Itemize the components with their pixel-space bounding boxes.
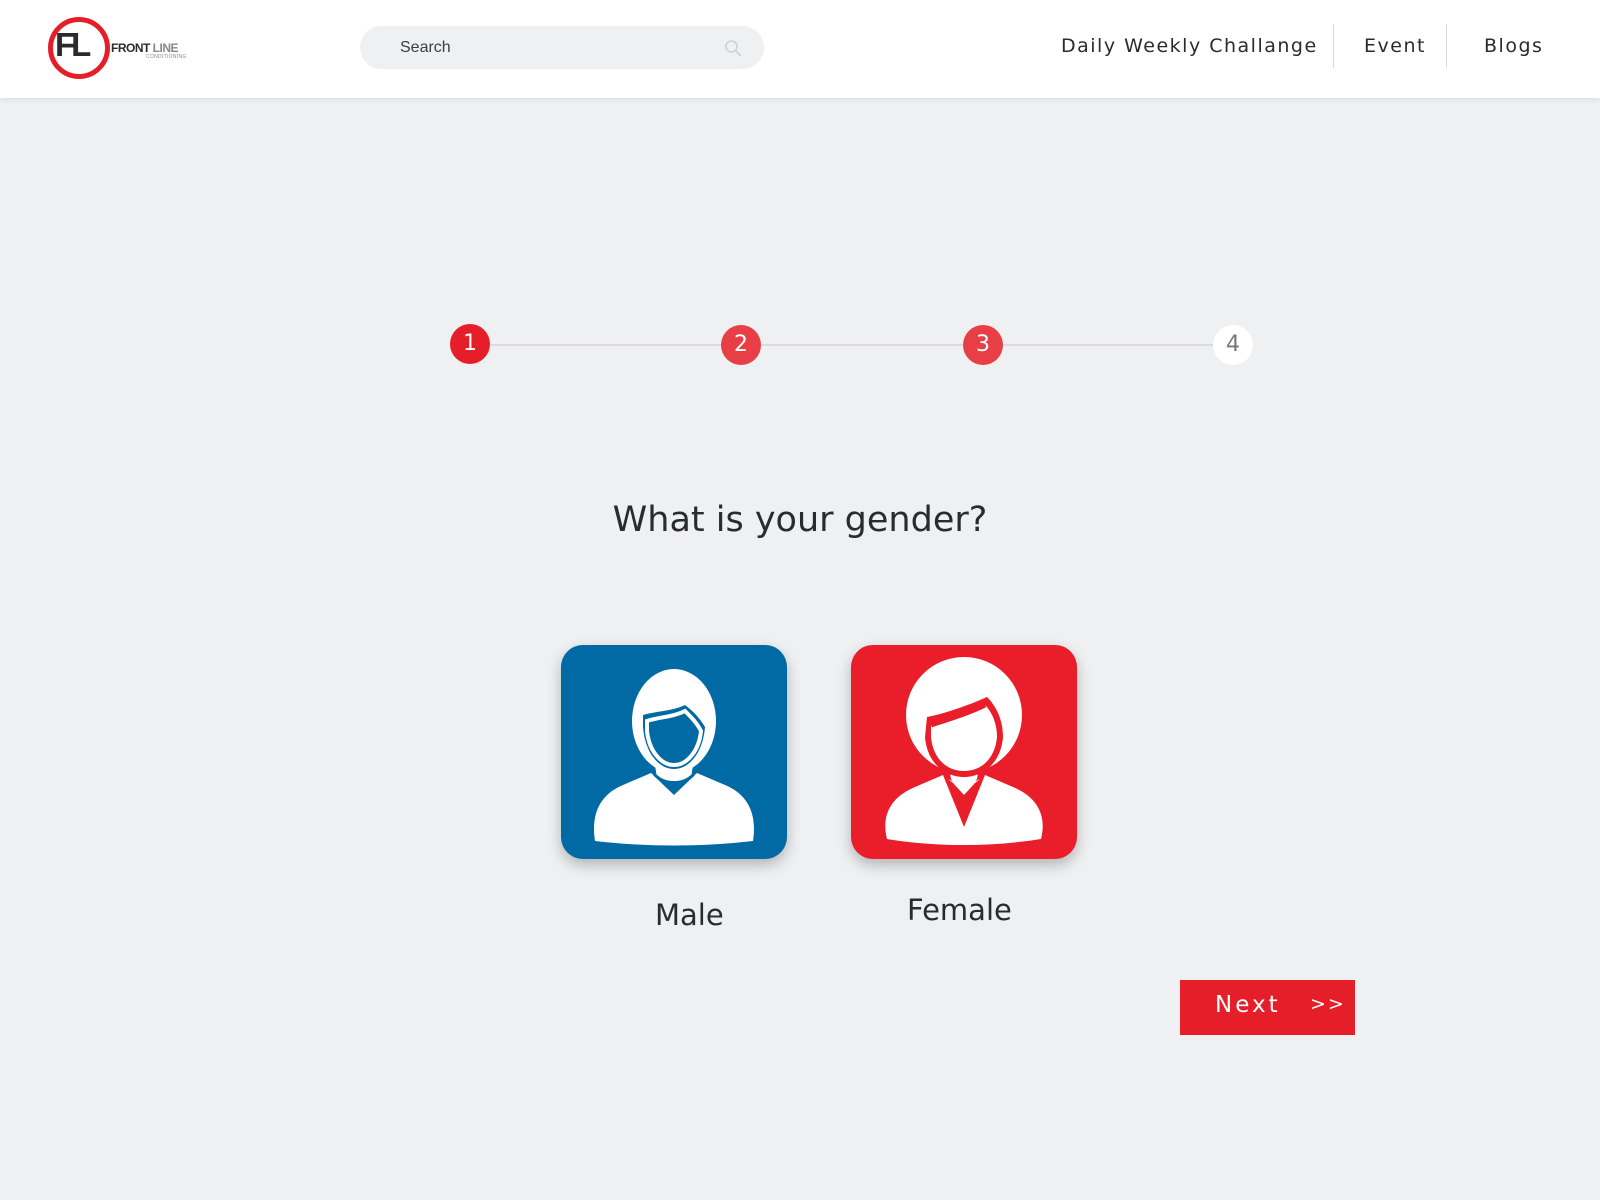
female-option[interactable] <box>851 645 1077 859</box>
top-header: FL FRONT LINE CONDITIONING Daily Weekly … <box>0 0 1600 98</box>
nav-event[interactable]: Event <box>1364 24 1426 68</box>
logo-mark: FL <box>55 26 91 63</box>
step-3[interactable]: 3 <box>963 325 1003 365</box>
logo-wordmark: FRONT LINE <box>111 41 179 55</box>
search-bar[interactable] <box>360 26 764 69</box>
male-label[interactable]: Male <box>655 898 724 932</box>
double-chevron-right-icon: >> <box>1310 993 1346 1015</box>
nav-daily-weekly-challenge[interactable]: Daily Weekly Challange <box>1061 24 1318 68</box>
search-input[interactable] <box>360 26 740 69</box>
logo-name-primary: FRONT <box>111 41 150 55</box>
next-button-label: Next <box>1215 992 1281 1018</box>
logo-name-secondary: LINE <box>152 41 179 55</box>
step-1[interactable]: 1 <box>450 324 490 364</box>
male-avatar-icon <box>594 669 754 846</box>
step-connector <box>1003 344 1214 346</box>
step-connector <box>761 344 963 346</box>
next-button[interactable]: Next >> <box>1180 980 1355 1035</box>
female-label[interactable]: Female <box>907 893 1012 927</box>
search-icon[interactable] <box>724 39 742 57</box>
brand-logo[interactable]: FL FRONT LINE CONDITIONING <box>46 15 196 79</box>
nav-blogs[interactable]: Blogs <box>1484 24 1543 68</box>
question-title: What is your gender? <box>612 500 988 540</box>
progress-stepper: 1 2 3 4 <box>450 322 1254 368</box>
male-option[interactable] <box>561 645 787 859</box>
logo-subtitle: CONDITIONING <box>146 54 187 60</box>
step-connector <box>490 344 721 346</box>
step-4[interactable]: 4 <box>1213 325 1253 365</box>
nav-divider <box>1446 24 1447 68</box>
nav-divider <box>1333 24 1334 68</box>
step-2[interactable]: 2 <box>721 325 761 365</box>
female-avatar-icon <box>885 657 1043 845</box>
